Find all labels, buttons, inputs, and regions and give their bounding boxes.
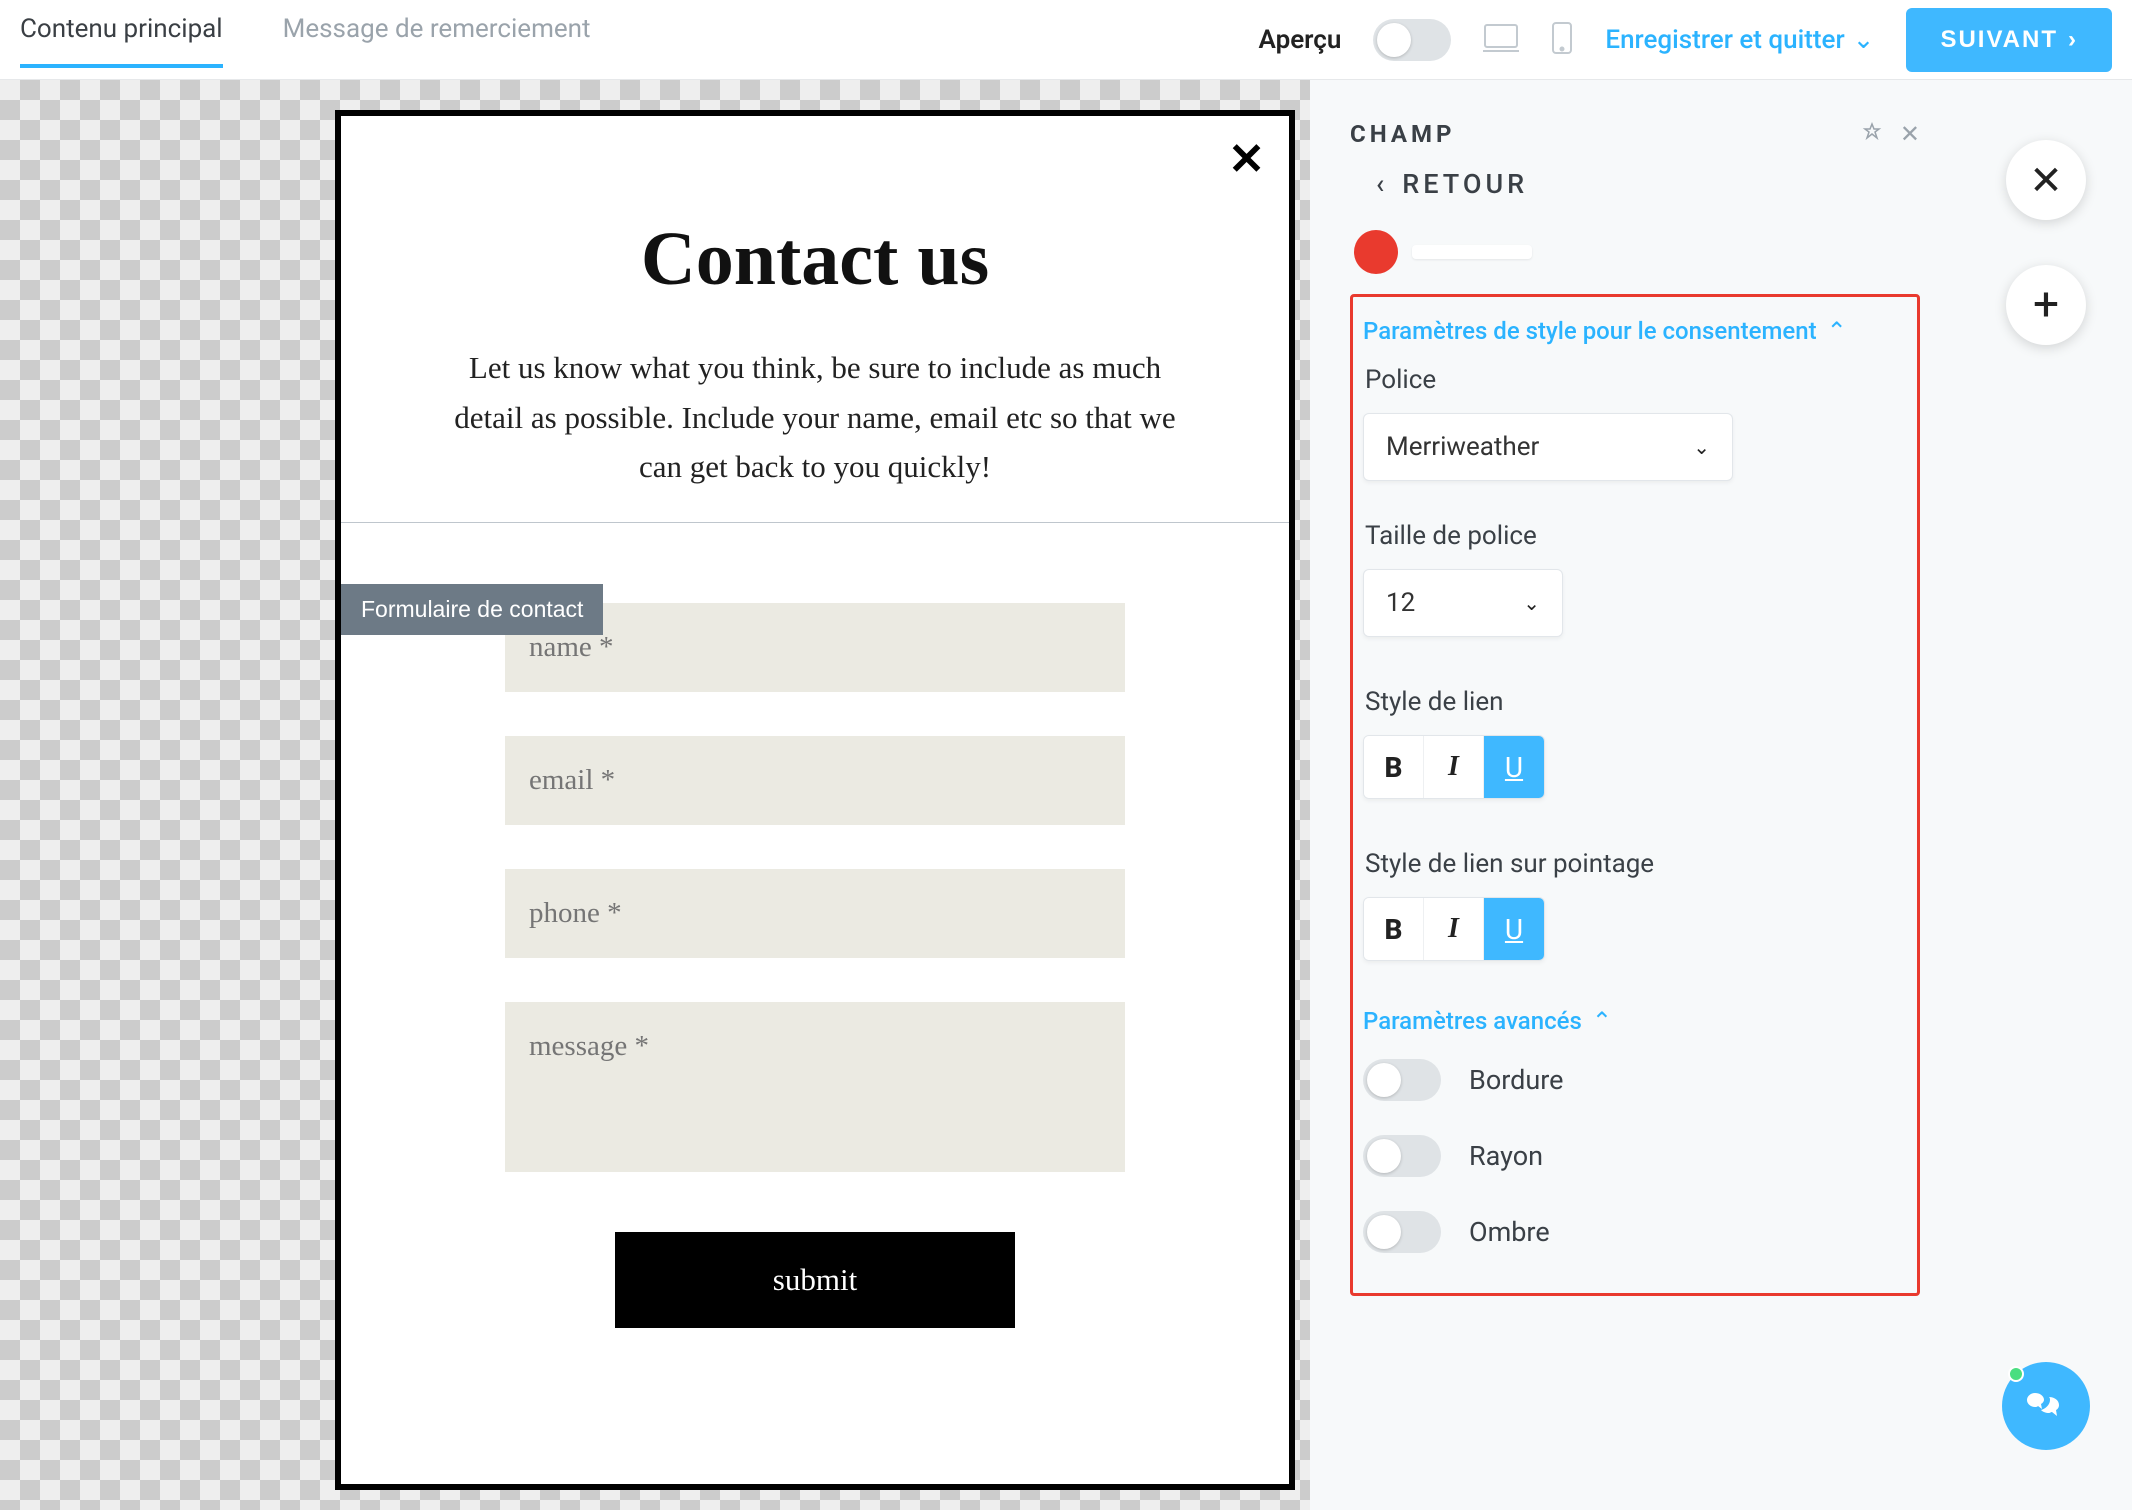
font-value: Merriweather [1386, 432, 1539, 462]
save-exit-label: Enregistrer et quitter [1605, 25, 1844, 55]
consent-style-section[interactable]: Paramètres de style pour le consentement… [1363, 317, 1897, 345]
email-field[interactable] [505, 736, 1125, 825]
chevron-down-icon: ⌄ [1523, 591, 1540, 615]
chat-button[interactable] [2002, 1362, 2090, 1450]
font-label: Police [1365, 365, 1897, 395]
panel-actions: ✕ [1862, 120, 1920, 148]
form-title: Contact us [401, 216, 1229, 303]
settings-panel: CHAMP ✕ ‹ RETOUR Paramètres de style pou… [1310, 80, 1950, 1510]
color-swatch[interactable] [1354, 230, 1398, 274]
panel-header: CHAMP ✕ [1350, 120, 1920, 148]
shadow-label: Ombre [1469, 1216, 1550, 1248]
radius-label: Rayon [1469, 1140, 1543, 1172]
underline-hover-button[interactable]: U [1484, 898, 1544, 960]
canvas-area: ✕ Contact us Let us know what you think,… [0, 80, 1310, 1510]
close-icon[interactable]: ✕ [1228, 134, 1265, 185]
underline-button[interactable]: U [1484, 736, 1544, 798]
chevron-left-icon: ‹ [1376, 168, 1388, 200]
italic-button[interactable]: I [1424, 736, 1484, 798]
workspace: ✕ Contact us Let us know what you think,… [0, 80, 2132, 1510]
advanced-section[interactable]: Paramètres avancés ⌃ [1363, 1007, 1897, 1035]
border-label: Bordure [1469, 1064, 1563, 1096]
toolbar-right: Aperçu Enregistrer et quitter ⌄ SUIVANT … [1259, 8, 2112, 72]
back-button[interactable]: ‹ RETOUR [1376, 168, 1920, 200]
panel-title: CHAMP [1350, 120, 1455, 148]
divider [341, 522, 1289, 523]
color-indicator-row [1350, 230, 1920, 274]
bold-hover-button[interactable]: B [1364, 898, 1424, 960]
save-and-exit-link[interactable]: Enregistrer et quitter ⌄ [1605, 25, 1874, 55]
chevron-up-icon: ⌃ [1827, 317, 1847, 345]
form-preview: ✕ Contact us Let us know what you think,… [335, 110, 1295, 1490]
floating-close-button[interactable]: ✕ [2006, 140, 2086, 220]
advanced-label: Paramètres avancés [1363, 1007, 1582, 1035]
next-button[interactable]: SUIVANT › [1906, 8, 2112, 72]
next-label: SUIVANT [1940, 26, 2058, 54]
fontsize-dropdown[interactable]: 12 ⌄ [1363, 569, 1563, 637]
phone-field[interactable] [505, 869, 1125, 958]
link-hover-style-group: B I U [1363, 897, 1545, 961]
close-panel-icon[interactable]: ✕ [1900, 120, 1920, 148]
message-field[interactable] [505, 1002, 1125, 1172]
linkstyle-label: Style de lien [1365, 687, 1897, 717]
desktop-icon[interactable] [1483, 23, 1519, 57]
back-label: RETOUR [1402, 168, 1528, 200]
bold-button[interactable]: B [1364, 736, 1424, 798]
preview-toggle[interactable] [1373, 19, 1451, 61]
border-toggle[interactable] [1363, 1059, 1441, 1101]
tab-thank-you[interactable]: Message de remerciement [283, 14, 591, 66]
fontsize-value: 12 [1386, 588, 1415, 618]
chevron-right-icon: › [2068, 26, 2078, 54]
shadow-toggle-row: Ombre [1363, 1211, 1897, 1253]
tab-main-content[interactable]: Contenu principal [20, 14, 223, 66]
radius-toggle-row: Rayon [1363, 1135, 1897, 1177]
floating-add-button[interactable]: + [2006, 265, 2086, 345]
preview-label: Aperçu [1259, 25, 1342, 55]
chevron-down-icon: ⌄ [1853, 25, 1875, 55]
mobile-icon[interactable] [1551, 21, 1573, 59]
form-type-tag[interactable]: Formulaire de contact [341, 584, 603, 635]
shadow-toggle[interactable] [1363, 1211, 1441, 1253]
font-dropdown[interactable]: Merriweather ⌄ [1363, 413, 1733, 481]
form-description: Let us know what you think, be sure to i… [445, 343, 1185, 492]
chevron-up-icon: ⌃ [1592, 1007, 1612, 1035]
form-fields: submit [401, 603, 1229, 1328]
fontsize-label: Taille de police [1365, 521, 1897, 551]
submit-button[interactable]: submit [615, 1232, 1015, 1328]
chat-icon [2023, 1383, 2069, 1429]
border-toggle-row: Bordure [1363, 1059, 1897, 1101]
pin-icon[interactable] [1862, 120, 1882, 148]
color-bar[interactable] [1412, 245, 1532, 259]
floating-actions: ✕ + [1950, 80, 2130, 1510]
top-toolbar: Contenu principal Message de remerciemen… [0, 0, 2132, 80]
italic-hover-button[interactable]: I [1424, 898, 1484, 960]
highlighted-settings-box: Paramètres de style pour le consentement… [1350, 294, 1920, 1296]
link-style-group: B I U [1363, 735, 1545, 799]
editor-tabs: Contenu principal Message de remerciemen… [20, 14, 591, 66]
section-label: Paramètres de style pour le consentement [1363, 317, 1817, 345]
chevron-down-icon: ⌄ [1693, 435, 1710, 459]
radius-toggle[interactable] [1363, 1135, 1441, 1177]
linkhover-label: Style de lien sur pointage [1365, 849, 1897, 879]
